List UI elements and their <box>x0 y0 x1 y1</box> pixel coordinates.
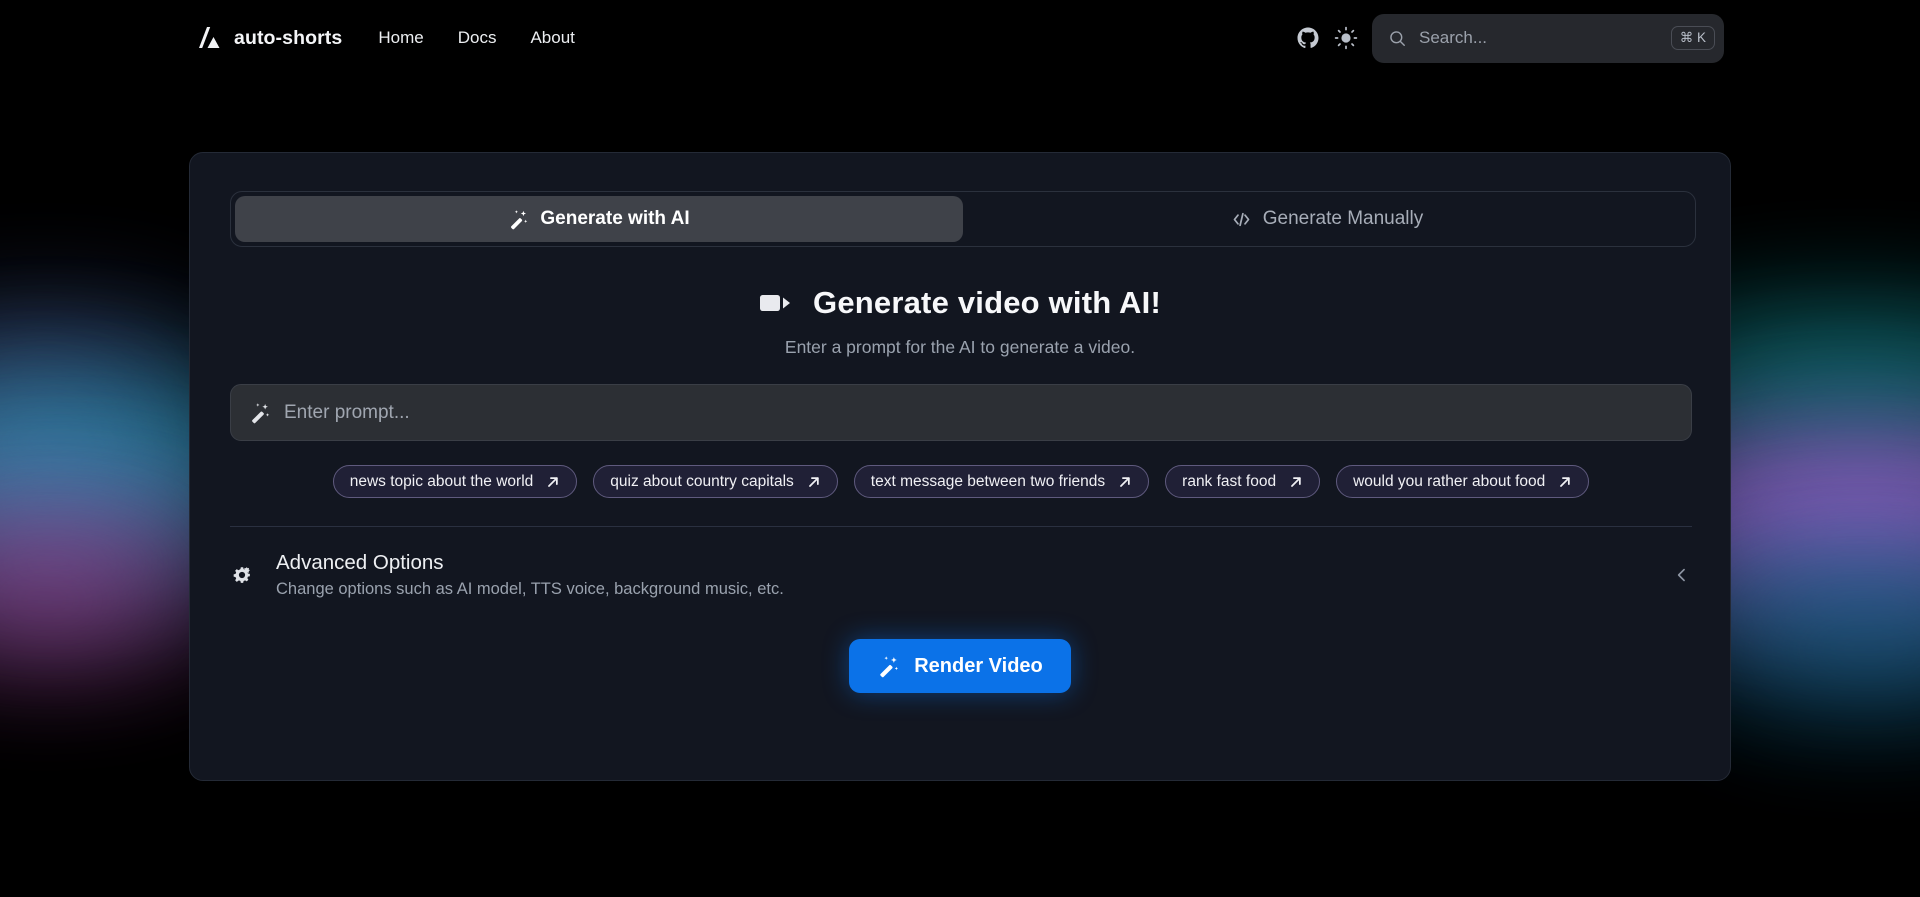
advanced-options-title: Advanced Options <box>276 551 444 574</box>
header-actions: Search... ⌘ K <box>1296 13 1724 63</box>
tab-generate-with-ai[interactable]: Generate with AI <box>235 196 963 242</box>
mode-tab-bar: Generate with AI Generate Manually <box>230 191 1696 247</box>
nav-link-home[interactable]: Home <box>378 28 423 48</box>
prompt-input[interactable]: Enter prompt... <box>230 384 1692 441</box>
magic-wand-icon <box>252 402 270 423</box>
suggestion-chip[interactable]: rank fast food <box>1165 465 1321 498</box>
prompt-placeholder: Enter prompt... <box>284 401 410 423</box>
suggestion-chip-label: would you rather about food <box>1353 472 1546 490</box>
suggestion-chip[interactable]: news topic about the world <box>332 465 578 498</box>
search-shortcut-badge: ⌘ K <box>1670 26 1715 50</box>
section-divider <box>230 526 1692 527</box>
video-camera-icon <box>760 295 791 311</box>
brand-name: auto-shorts <box>234 26 343 49</box>
suggestion-chip[interactable]: text message between two friends <box>853 465 1150 498</box>
page-title: Generate video with AI! <box>813 285 1161 320</box>
sun-icon[interactable] <box>1334 26 1358 50</box>
arrow-up-right-icon <box>808 476 819 487</box>
advanced-options-subtitle: Change options such as AI model, TTS voi… <box>276 580 784 598</box>
suggestion-chip-label: quiz about country capitals <box>610 472 794 490</box>
magic-wand-icon <box>511 209 528 229</box>
page-subtitle: Enter a prompt for the AI to generate a … <box>784 337 1136 357</box>
chevron-left-icon[interactable] <box>1672 565 1692 585</box>
tab-generate-manually[interactable]: Generate Manually <box>963 196 1691 242</box>
render-button-wrap: Render Video <box>230 639 1690 693</box>
auto-shorts-logo-icon <box>199 27 220 48</box>
search-placeholder: Search... <box>1419 28 1488 47</box>
card-heading-row: Generate video with AI! <box>230 285 1690 321</box>
suggestion-chip[interactable]: quiz about country capitals <box>593 465 838 498</box>
suggestion-chip-label: text message between two friends <box>870 472 1106 490</box>
tab-label: Generate Manually <box>1262 208 1424 229</box>
github-icon[interactable] <box>1296 26 1320 50</box>
code-brackets-icon <box>1233 212 1250 226</box>
arrow-up-right-icon <box>1560 476 1570 487</box>
cogs-icon <box>233 567 250 583</box>
suggestion-chip-label: news topic about the world <box>349 472 534 490</box>
arrow-up-right-icon <box>1120 476 1130 487</box>
nav-link-about[interactable]: About <box>530 28 574 48</box>
advanced-options-text: Advanced Options Change options such as … <box>276 551 1650 599</box>
suggestion-chip[interactable]: would you rather about food <box>1336 465 1590 498</box>
brand-logo-link[interactable]: auto-shorts <box>196 25 342 51</box>
nav-link-docs[interactable]: Docs <box>458 28 497 48</box>
suggestion-chips: news topic about the world quiz about co… <box>230 465 1692 498</box>
magic-wand-icon <box>880 655 899 677</box>
main-nav: Home Docs About <box>378 28 575 48</box>
site-header: auto-shorts Home Docs About Search... ⌘ … <box>0 0 1920 76</box>
render-video-button-label: Render Video <box>914 654 1043 677</box>
render-video-button[interactable]: Render Video <box>849 639 1071 693</box>
generator-card: Generate with AI Generate Manually Gener… <box>189 152 1731 781</box>
advanced-options-row[interactable]: Advanced Options Change options such as … <box>230 551 1692 599</box>
suggestion-chip-label: rank fast food <box>1182 472 1277 490</box>
search-input[interactable]: Search... ⌘ K <box>1372 13 1724 63</box>
search-icon <box>1390 30 1405 46</box>
arrow-up-right-icon <box>548 476 558 487</box>
tab-label: Generate with AI <box>540 208 690 229</box>
arrow-up-right-icon <box>1291 476 1301 487</box>
